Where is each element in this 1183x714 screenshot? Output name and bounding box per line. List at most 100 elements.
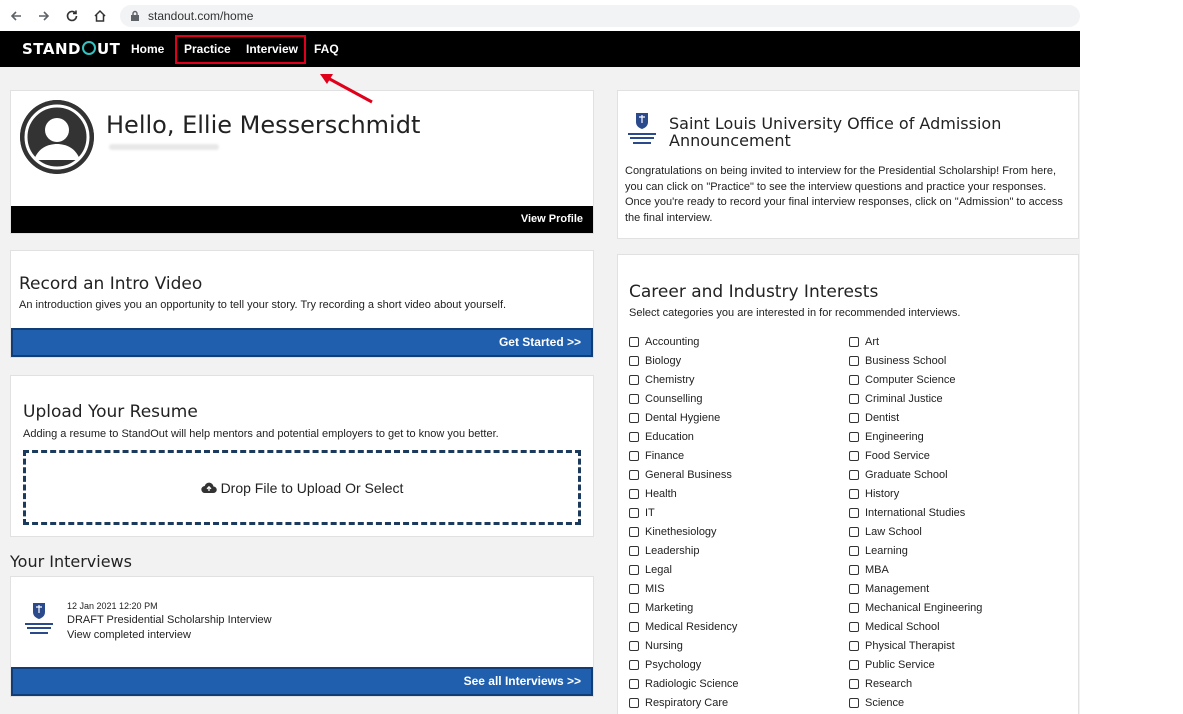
category-checkbox-legal[interactable]: Legal <box>629 564 672 576</box>
checkbox[interactable] <box>849 489 859 499</box>
checkbox[interactable] <box>849 603 859 613</box>
category-checkbox-science[interactable]: Science <box>849 697 904 709</box>
checkbox[interactable] <box>629 546 639 556</box>
category-checkbox-computer-science[interactable]: Computer Science <box>849 374 956 386</box>
checkbox[interactable] <box>849 679 859 689</box>
category-checkbox-art[interactable]: Art <box>849 336 879 348</box>
checkbox[interactable] <box>629 698 639 708</box>
resume-dropzone[interactable]: Drop File to Upload Or Select <box>23 450 581 525</box>
category-checkbox-nursing[interactable]: Nursing <box>629 640 683 652</box>
category-checkbox-kinethesiology[interactable]: Kinethesiology <box>629 526 717 538</box>
checkbox[interactable] <box>629 375 639 385</box>
avatar[interactable] <box>20 100 94 174</box>
checkbox[interactable] <box>629 660 639 670</box>
category-checkbox-history[interactable]: History <box>849 488 899 500</box>
category-label: Criminal Justice <box>865 393 943 405</box>
category-checkbox-criminal-justice[interactable]: Criminal Justice <box>849 393 943 405</box>
checkbox[interactable] <box>629 679 639 689</box>
category-checkbox-management[interactable]: Management <box>849 583 929 595</box>
category-checkbox-public-service[interactable]: Public Service <box>849 659 935 671</box>
category-checkbox-physical-therapist[interactable]: Physical Therapist <box>849 640 955 652</box>
category-checkbox-research[interactable]: Research <box>849 678 912 690</box>
checkbox[interactable] <box>849 527 859 537</box>
category-checkbox-education[interactable]: Education <box>629 431 694 443</box>
category-checkbox-dental-hygiene[interactable]: Dental Hygiene <box>629 412 720 424</box>
checkbox[interactable] <box>629 470 639 480</box>
category-checkbox-law-school[interactable]: Law School <box>849 526 922 538</box>
address-bar[interactable]: standout.com/home <box>120 4 1080 27</box>
category-checkbox-mechanical-engineering[interactable]: Mechanical Engineering <box>849 602 982 614</box>
category-checkbox-dentist[interactable]: Dentist <box>849 412 899 424</box>
checkbox[interactable] <box>629 432 639 442</box>
category-label: MIS <box>645 583 665 595</box>
category-checkbox-general-business[interactable]: General Business <box>629 469 732 481</box>
checkbox[interactable] <box>849 432 859 442</box>
category-checkbox-medical-residency[interactable]: Medical Residency <box>629 621 737 633</box>
checkbox[interactable] <box>629 622 639 632</box>
category-checkbox-learning[interactable]: Learning <box>849 545 908 557</box>
nav-home[interactable]: Home <box>131 42 164 56</box>
checkbox[interactable] <box>629 356 639 366</box>
category-label: Biology <box>645 355 682 367</box>
checkbox[interactable] <box>849 565 859 575</box>
checkbox[interactable] <box>629 337 639 347</box>
checkbox[interactable] <box>629 527 639 537</box>
checkbox[interactable] <box>849 546 859 556</box>
category-checkbox-health[interactable]: Health <box>629 488 677 500</box>
get-started-button[interactable]: Get Started >> <box>11 328 593 357</box>
category-checkbox-graduate-school[interactable]: Graduate School <box>849 469 948 481</box>
category-label: Dental Hygiene <box>645 412 721 424</box>
category-checkbox-business-school[interactable]: Business School <box>849 355 946 367</box>
category-checkbox-leadership[interactable]: Leadership <box>629 545 699 557</box>
category-checkbox-international-studies[interactable]: International Studies <box>849 507 965 519</box>
checkbox[interactable] <box>629 508 639 518</box>
checkbox[interactable] <box>849 641 859 651</box>
category-checkbox-respiratory-care[interactable]: Respiratory Care <box>629 697 728 709</box>
checkbox[interactable] <box>629 489 639 499</box>
checkbox[interactable] <box>629 603 639 613</box>
checkbox[interactable] <box>849 508 859 518</box>
checkbox[interactable] <box>849 375 859 385</box>
checkbox[interactable] <box>629 451 639 461</box>
checkbox[interactable] <box>849 451 859 461</box>
category-checkbox-accounting[interactable]: Accounting <box>629 336 699 348</box>
nav-faq[interactable]: FAQ <box>314 42 339 56</box>
checkbox[interactable] <box>849 413 859 423</box>
view-profile-button[interactable]: View Profile <box>11 206 593 233</box>
category-checkbox-chemistry[interactable]: Chemistry <box>629 374 695 386</box>
category-label: Medical School <box>865 621 940 633</box>
category-checkbox-mis[interactable]: MIS <box>629 583 665 595</box>
checkbox[interactable] <box>849 470 859 480</box>
checkbox[interactable] <box>849 394 859 404</box>
see-all-interviews-button[interactable]: See all Interviews >> <box>11 667 593 696</box>
checkbox[interactable] <box>629 641 639 651</box>
category-checkbox-engineering[interactable]: Engineering <box>849 431 924 443</box>
category-checkbox-food-service[interactable]: Food Service <box>849 450 930 462</box>
forward-icon[interactable] <box>32 4 56 28</box>
reload-icon[interactable] <box>60 4 84 28</box>
checkbox[interactable] <box>849 622 859 632</box>
checkbox[interactable] <box>629 394 639 404</box>
category-checkbox-finance[interactable]: Finance <box>629 450 684 462</box>
annotation-highlight-box <box>175 35 306 64</box>
checkbox[interactable] <box>849 337 859 347</box>
category-checkbox-radiologic-science[interactable]: Radiologic Science <box>629 678 739 690</box>
checkbox[interactable] <box>629 413 639 423</box>
category-checkbox-mba[interactable]: MBA <box>849 564 889 576</box>
checkbox[interactable] <box>849 660 859 670</box>
category-checkbox-it[interactable]: IT <box>629 507 655 519</box>
category-checkbox-counselling[interactable]: Counselling <box>629 393 702 405</box>
home-icon[interactable] <box>88 4 112 28</box>
category-checkbox-biology[interactable]: Biology <box>629 355 681 367</box>
checkbox[interactable] <box>629 584 639 594</box>
checkbox[interactable] <box>849 698 859 708</box>
checkbox[interactable] <box>849 356 859 366</box>
view-completed-interview-link[interactable]: View completed interview <box>67 629 191 641</box>
standout-logo[interactable]: STAND UT <box>22 40 120 58</box>
category-checkbox-marketing[interactable]: Marketing <box>629 602 693 614</box>
back-icon[interactable] <box>4 4 28 28</box>
checkbox[interactable] <box>629 565 639 575</box>
checkbox[interactable] <box>849 584 859 594</box>
category-checkbox-medical-school[interactable]: Medical School <box>849 621 940 633</box>
category-checkbox-psychology[interactable]: Psychology <box>629 659 701 671</box>
